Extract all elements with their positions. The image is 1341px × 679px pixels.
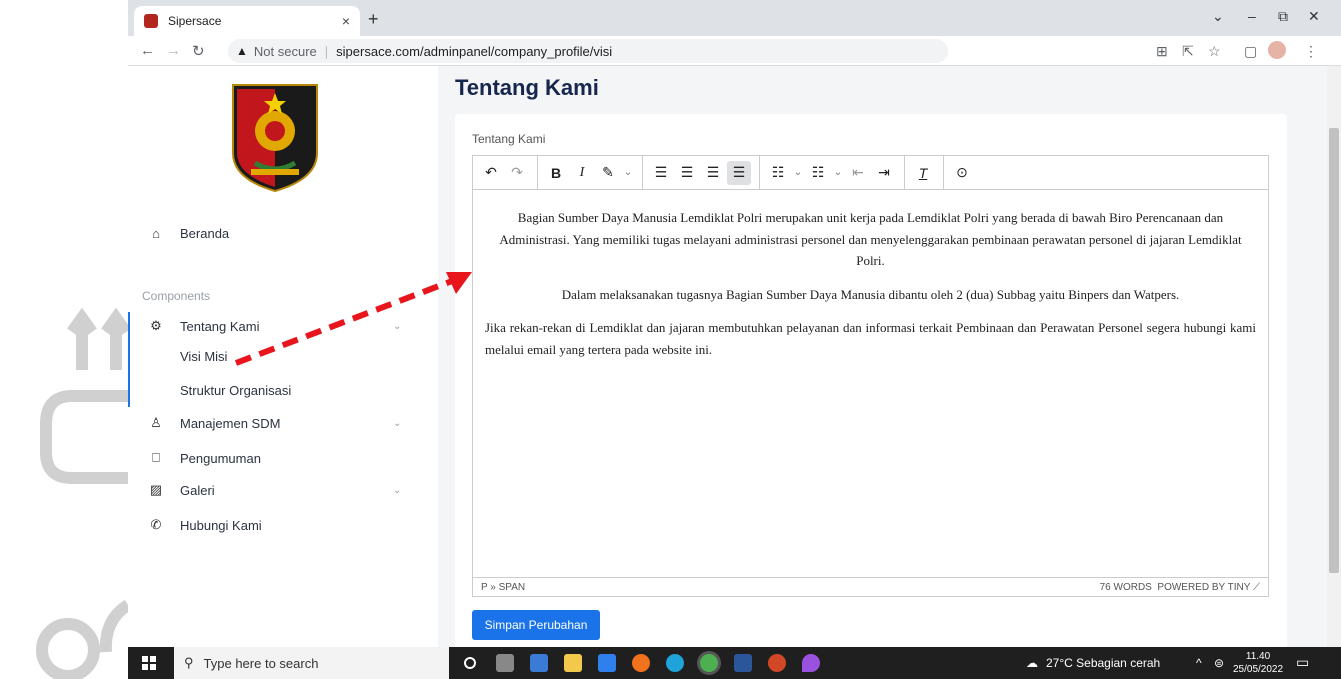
powerpoint-icon[interactable] — [768, 654, 786, 672]
notification-icon[interactable]: ▭ — [1296, 654, 1309, 671]
annotation-arrow — [234, 272, 472, 366]
edge-icon[interactable] — [666, 654, 684, 672]
weather-icon[interactable]: ☁ — [1026, 656, 1038, 670]
task-view-icon[interactable] — [496, 654, 514, 672]
chrome-icon[interactable] — [700, 654, 718, 672]
clock-time: 11.40 — [1245, 651, 1271, 662]
windows-taskbar: ⚲ Type here to search ☁ 27°C Sebagian ce… — [128, 647, 1341, 679]
clock-date: 25/05/2022 — [1233, 664, 1284, 675]
mail-icon[interactable] — [598, 654, 616, 672]
search-placeholder: Type here to search — [203, 655, 319, 671]
word-icon[interactable] — [734, 654, 752, 672]
tray-chevron-icon[interactable]: ^ — [1196, 656, 1202, 670]
weather-text[interactable]: 27°C Sebagian cerah — [1046, 656, 1160, 670]
firefox-icon[interactable] — [632, 654, 650, 672]
network-icon[interactable]: ⊜ — [1214, 656, 1224, 670]
file-explorer-icon[interactable] — [564, 654, 582, 672]
screen: Sipersace × + ⌄ – ⧉ ✕ ← → ↻ ▲ Not secure… — [0, 0, 1341, 679]
taskbar-clock[interactable]: 11.40 25/05/2022 — [1233, 650, 1283, 676]
search-icon: ⚲ — [184, 655, 194, 670]
paint-icon[interactable] — [802, 654, 820, 672]
store-icon[interactable] — [530, 654, 548, 672]
cortana-icon[interactable] — [464, 657, 476, 669]
windows-start-icon[interactable] — [142, 656, 156, 670]
taskbar-search-field[interactable]: ⚲ Type here to search — [174, 647, 449, 679]
